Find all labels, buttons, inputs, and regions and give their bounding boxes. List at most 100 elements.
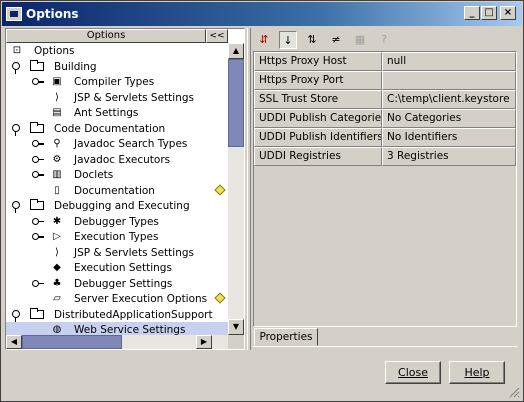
folder-icon xyxy=(30,307,44,319)
tree-item-label: JSP & Servlets Settings xyxy=(74,91,194,104)
tab-divider xyxy=(253,346,517,347)
default-marker-icon xyxy=(214,183,226,196)
help-button-label: Help xyxy=(464,366,490,379)
scroll-up-button[interactable]: ▲ xyxy=(228,43,244,59)
property-value[interactable] xyxy=(382,71,516,90)
tree-vertical-scrollbar[interactable]: ▲ ▼ xyxy=(228,43,244,335)
tree-item-label: Debugging and Executing xyxy=(54,200,190,212)
tree-column-header[interactable]: Options xyxy=(6,29,206,43)
documentation-icon: ▯ xyxy=(54,184,60,196)
tree-item-label: Ant Settings xyxy=(74,107,139,119)
collapse-panel-button[interactable]: << xyxy=(206,29,228,43)
tree-item-label: Code Documentation xyxy=(54,122,166,135)
property-row[interactable]: SSL Trust Store C:\temp\client.keystore xyxy=(254,90,516,109)
sort-by-type-icon[interactable]: ⇅ xyxy=(303,31,321,49)
property-name: UDDI Registries xyxy=(254,147,382,166)
tree-item[interactable]: Building xyxy=(6,59,228,75)
options-window: Options _ □ × Options << ⊡ Options Buildin… xyxy=(0,0,524,402)
property-toolbar: ⇵ ↓ ⇅ ≠ ▦? xyxy=(255,29,517,51)
compiler-icon: ▣ xyxy=(52,76,62,87)
unsorted-icon[interactable]: ⇵ xyxy=(255,31,273,49)
key-icon xyxy=(32,217,44,225)
tree-item[interactable]: ◍ Web Service Settings xyxy=(6,322,228,335)
tree-item-label: Debugger Settings xyxy=(74,277,173,290)
key-icon xyxy=(32,279,44,287)
property-row[interactable]: Https Proxy Host null xyxy=(254,52,516,71)
sort-by-name-icon[interactable]: ↓ xyxy=(279,31,297,49)
help-icon: ? xyxy=(381,33,387,46)
tree-item[interactable]: ▯ Documentation xyxy=(6,183,228,199)
scroll-down-button[interactable]: ▼ xyxy=(228,319,244,335)
options-tree: ⊡ Options Building ▣ Compiler Types ⟩ JSP & Se… xyxy=(6,43,228,335)
tree-item[interactable]: ▷ Execution Types xyxy=(6,229,228,245)
tree-item-label: Options xyxy=(34,45,75,57)
scroll-left-button[interactable]: ◀ xyxy=(6,335,22,349)
vertical-scroll-thumb[interactable] xyxy=(228,59,244,147)
property-row[interactable]: UDDI Registries 3 Registries xyxy=(254,147,516,166)
tree-item-label: Execution Settings xyxy=(74,262,172,274)
options-tree-panel: Options << ⊡ Options Building ▣ Compiler Typ… xyxy=(5,28,245,350)
tree-item[interactable]: ⚙ Javadoc Executors xyxy=(6,152,228,168)
key-icon xyxy=(32,155,44,163)
folder-icon xyxy=(30,199,44,210)
tree-item[interactable]: ✱ Debugger Types xyxy=(6,214,228,230)
filter-changed-icon[interactable]: ≠ xyxy=(327,31,345,49)
tree-item[interactable]: ⚲ Javadoc Search Types xyxy=(6,136,228,152)
tab-properties[interactable]: Properties xyxy=(254,328,318,346)
minimize-button[interactable]: _ xyxy=(464,6,480,20)
folder-icon xyxy=(30,59,44,71)
title-bar[interactable]: Options _ □ × xyxy=(2,2,522,26)
tree-item[interactable]: ▤ Ant Settings xyxy=(6,105,228,121)
tree-item-label: Doclets xyxy=(74,169,114,181)
close-window-button[interactable]: × xyxy=(500,6,516,20)
customize-icon: ▦ xyxy=(354,33,366,46)
close-button[interactable]: Close xyxy=(385,361,441,384)
tree-item-label: DistributedApplicationSupport xyxy=(54,308,213,321)
property-row[interactable]: UDDI Publish Identifiers No Identifiers xyxy=(254,128,516,147)
tree-item[interactable]: Debugging and Executing xyxy=(6,198,228,214)
tree-item-label: Web Service Settings xyxy=(74,324,186,335)
server-icon: ▱ xyxy=(53,293,61,304)
property-value[interactable]: No Identifiers xyxy=(382,128,516,147)
property-value[interactable]: null xyxy=(382,52,516,71)
maximize-button[interactable]: □ xyxy=(481,6,497,20)
scroll-right-button[interactable]: ▶ xyxy=(196,335,212,349)
tree-item[interactable]: ⟩ JSP & Servlets Settings xyxy=(6,245,228,261)
tree-item[interactable]: ▥ Doclets xyxy=(6,167,228,183)
help-button[interactable]: Help xyxy=(449,361,505,384)
window-icon xyxy=(6,7,22,21)
expand-pin-icon[interactable] xyxy=(12,309,20,322)
tree-item-label: Javadoc Search Types xyxy=(74,138,188,150)
window-title: Options xyxy=(26,7,79,21)
expand-pin-icon[interactable] xyxy=(12,123,20,136)
resize-grip-icon[interactable] xyxy=(508,386,520,398)
tree-item[interactable]: ▱ Server Execution Options xyxy=(6,291,228,307)
property-value[interactable]: No Categories xyxy=(382,109,516,128)
property-row[interactable]: UDDI Publish Categories No Categories xyxy=(254,109,516,128)
expand-pin-icon[interactable] xyxy=(12,61,20,74)
search-types-icon: ⚲ xyxy=(53,138,61,149)
tree-item[interactable]: ♣ Debugger Settings xyxy=(6,276,228,292)
property-name: UDDI Publish Categories xyxy=(254,109,382,128)
expand-pin-icon[interactable] xyxy=(12,201,20,213)
options-root-icon: ⊡ xyxy=(12,45,22,56)
tree-item[interactable]: ◆ Execution Settings xyxy=(6,260,228,276)
tree-item[interactable]: ▣ Compiler Types xyxy=(6,74,228,90)
bug-icon: ♣ xyxy=(52,277,62,289)
property-value[interactable]: C:\temp\client.keystore xyxy=(382,90,516,109)
property-value[interactable]: 3 Registries xyxy=(382,147,516,166)
horizontal-scroll-thumb[interactable] xyxy=(22,335,122,349)
tree-item[interactable]: ⊡ Options xyxy=(6,43,228,59)
default-marker-icon xyxy=(214,292,226,304)
tree-horizontal-scrollbar[interactable]: ◀ ▶ xyxy=(6,335,228,349)
execution-settings-icon: ◆ xyxy=(53,262,61,273)
panel-splitter[interactable] xyxy=(247,28,251,350)
tree-item[interactable]: ⟩ JSP & Servlets Settings xyxy=(6,90,228,106)
tree-item-label: Debugger Types xyxy=(74,215,159,228)
executor-icon: ⚙ xyxy=(52,153,62,165)
property-row[interactable]: Https Proxy Port xyxy=(254,71,516,90)
tree-item[interactable]: Code Documentation xyxy=(6,121,228,137)
key-icon xyxy=(32,78,44,85)
tree-item[interactable]: DistributedApplicationSupport xyxy=(6,307,228,323)
scroll-corner xyxy=(228,335,244,349)
